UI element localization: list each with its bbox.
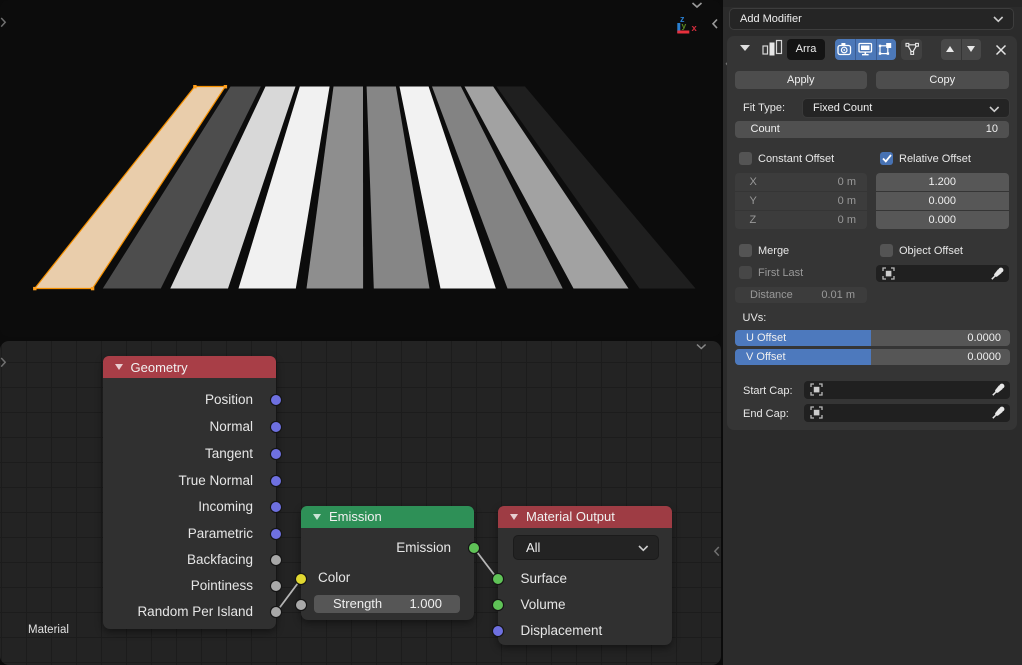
svg-text:y: y <box>682 21 687 31</box>
svg-text:x: x <box>692 23 698 34</box>
